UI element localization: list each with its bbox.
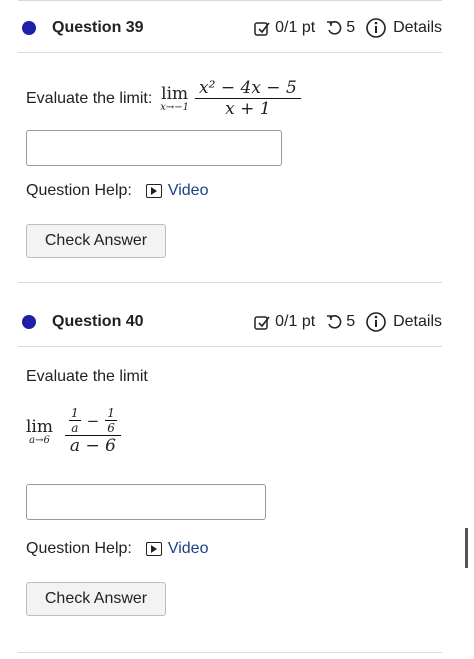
question-meta: 0/1 pt 5 Details <box>253 17 442 39</box>
checkbox-edit-icon <box>254 22 270 36</box>
numerator-b-bottom: 6 <box>107 421 115 435</box>
question-header: Question 40 0/1 pt 5 Details <box>18 298 442 347</box>
info-icon[interactable] <box>365 311 387 333</box>
question-39-card: Question 39 0/1 pt 5 Details Evaluate th… <box>18 0 442 283</box>
top-divider <box>18 0 442 1</box>
limit-expression: lim a→6 1 a − 1 6 a − 6 <box>26 406 121 456</box>
fraction-denominator: x + 1 <box>225 99 271 119</box>
help-label: Question Help: <box>26 182 132 199</box>
question-help: Question Help: Video <box>26 540 208 558</box>
info-icon[interactable] <box>365 17 387 39</box>
video-link[interactable]: Video <box>168 540 209 558</box>
limit-operator: lim a→6 <box>26 417 53 446</box>
question-title: Question 39 <box>52 19 144 36</box>
numerator-fraction-a: 1 a <box>69 406 81 435</box>
lim-word: lim <box>161 84 189 104</box>
retry-icon <box>327 21 342 35</box>
check-answer-button[interactable]: Check Answer <box>26 582 166 616</box>
numerator-a-top: 1 <box>69 406 81 421</box>
question-meta: 0/1 pt 5 Details <box>253 311 442 333</box>
retries-count: 5 <box>346 19 356 36</box>
numerator-minus: − <box>86 411 100 430</box>
question-help: Question Help: Video <box>26 182 208 200</box>
details-link[interactable]: Details <box>393 19 442 37</box>
question-header: Question 39 0/1 pt 5 Details <box>18 4 442 53</box>
retry-icon <box>327 315 342 329</box>
lim-word: lim <box>26 416 53 437</box>
answer-input[interactable] <box>26 484 266 520</box>
lim-subscript: x→−1 <box>160 102 190 113</box>
score-text: 0/1 pt <box>275 19 316 36</box>
numerator-fraction-b: 1 6 <box>105 406 117 435</box>
fraction-denominator: a − 6 <box>69 436 116 456</box>
question-40-card: Question 40 0/1 pt 5 Details Evaluate th… <box>18 296 442 653</box>
question-prompt-row: Evaluate the limit: lim x→−1 x² − 4x − 5… <box>26 78 446 119</box>
retries-count: 5 <box>346 313 356 330</box>
video-icon[interactable] <box>145 184 162 198</box>
help-label: Question Help: <box>26 540 132 557</box>
prompt-text: Evaluate the limit <box>26 368 148 385</box>
fraction-numerator: x² − 4x − 5 <box>195 78 301 99</box>
limit-operator: lim x→−1 <box>160 84 189 113</box>
prompt-text: Evaluate the limit: <box>26 89 153 107</box>
numerator-a-bottom: a <box>71 421 79 435</box>
status-dot-icon <box>22 315 36 329</box>
numerator-b-top: 1 <box>105 406 117 421</box>
check-answer-button[interactable]: Check Answer <box>26 224 166 258</box>
lim-subscript: a→6 <box>29 434 50 446</box>
details-link[interactable]: Details <box>393 313 442 331</box>
answer-input[interactable] <box>26 130 282 166</box>
status-dot-icon <box>22 21 36 35</box>
limit-fraction: x² − 4x − 5 x + 1 <box>195 78 301 119</box>
checkbox-edit-icon <box>254 316 270 330</box>
fraction-numerator: 1 a − 1 6 <box>65 406 121 436</box>
scrollbar-thumb[interactable] <box>465 528 468 568</box>
score-text: 0/1 pt <box>275 313 316 330</box>
video-link[interactable]: Video <box>168 182 209 200</box>
question-title: Question 40 <box>52 313 144 330</box>
video-icon[interactable] <box>145 542 162 556</box>
limit-fraction: 1 a − 1 6 a − 6 <box>65 406 121 456</box>
